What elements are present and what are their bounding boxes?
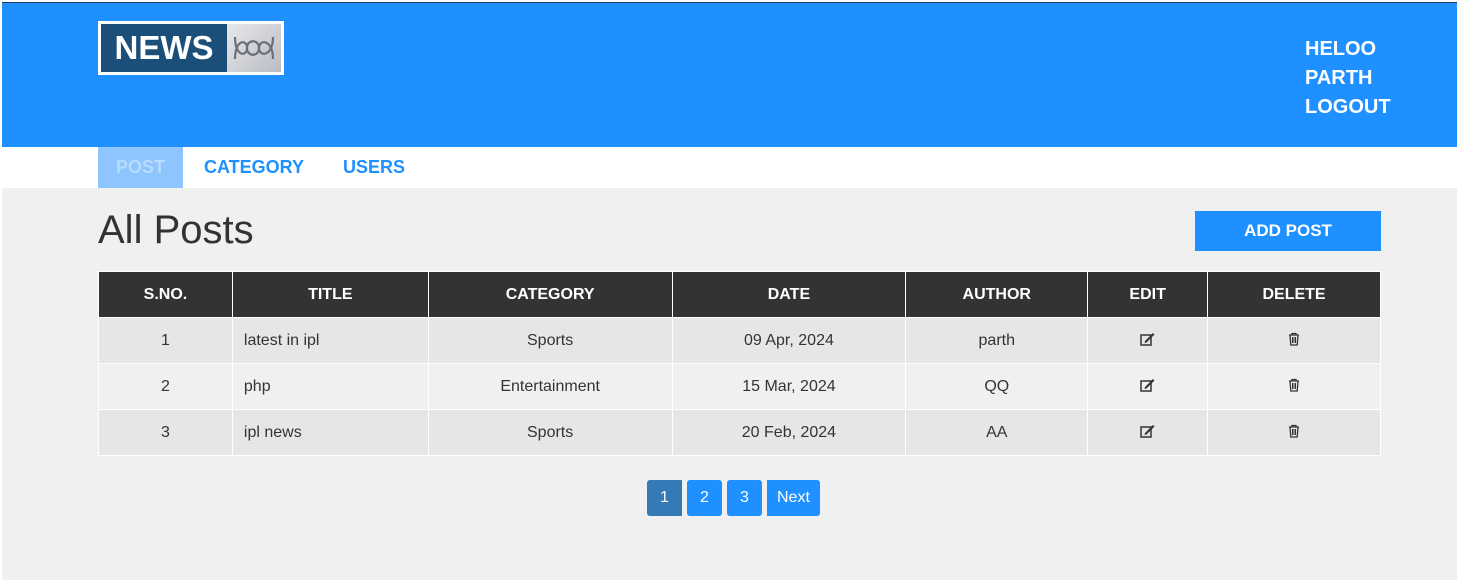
cell-title: ipl news xyxy=(231,409,429,456)
cell-sno: 3 xyxy=(98,409,233,456)
greeting-text: HELOO xyxy=(1305,38,1377,60)
table-row: 1 latest in ipl Sports 09 Apr, 2024 part… xyxy=(98,317,1381,364)
trash-icon[interactable] xyxy=(1285,376,1303,394)
cell-sno: 1 xyxy=(98,317,233,364)
user-menu: HELOO PARTH LOGOUT xyxy=(1305,35,1391,122)
nav-item-users[interactable]: USERS xyxy=(325,147,423,188)
pagination: 1 2 3 Next xyxy=(647,480,820,516)
admin-nav: POST CATEGORY USERS xyxy=(2,147,1457,188)
logo[interactable]: NEWS xyxy=(98,21,284,75)
next-page-link[interactable]: Next xyxy=(767,480,820,516)
posts-table: S.NO. TITLE CATEGORY DATE AUTHOR EDIT DE… xyxy=(98,271,1381,456)
table-row: 2 php Entertainment 15 Mar, 2024 QQ xyxy=(98,363,1381,410)
page-link-3[interactable]: 3 xyxy=(727,480,762,516)
cell-edit xyxy=(1087,363,1209,410)
logout-link[interactable]: LOGOUT xyxy=(1305,93,1391,122)
edit-icon[interactable] xyxy=(1139,330,1157,348)
cell-category: Sports xyxy=(427,409,673,456)
page-link-1[interactable]: 1 xyxy=(647,480,682,516)
cell-title: latest in ipl xyxy=(231,317,429,364)
nav-item-post[interactable]: POST xyxy=(98,147,184,188)
cell-delete xyxy=(1207,317,1381,364)
column-header-date: DATE xyxy=(671,271,907,318)
column-header-sno: S.NO. xyxy=(98,271,233,318)
cell-edit xyxy=(1087,409,1209,456)
table-row: 3 ipl news Sports 20 Feb, 2024 AA xyxy=(98,409,1381,456)
page-link-2[interactable]: 2 xyxy=(687,480,722,516)
column-header-author: AUTHOR xyxy=(905,271,1089,318)
cell-delete xyxy=(1207,363,1381,410)
cell-date: 09 Apr, 2024 xyxy=(671,317,907,364)
cell-sno: 2 xyxy=(98,363,233,410)
cell-category: Sports xyxy=(427,317,673,364)
cell-category: Entertainment xyxy=(427,363,673,410)
cell-date: 15 Mar, 2024 xyxy=(671,363,907,410)
page-frame: NEWS HELOO PARTH LOGOUT POST CATEGORY US… xyxy=(2,2,1457,580)
logo-text: NEWS xyxy=(101,24,227,72)
cell-author: QQ xyxy=(905,363,1089,410)
cell-edit xyxy=(1087,317,1209,364)
trash-icon[interactable] xyxy=(1285,422,1303,440)
cell-delete xyxy=(1207,409,1381,456)
add-post-button[interactable]: ADD POST xyxy=(1195,211,1381,251)
column-header-title: TITLE xyxy=(231,271,429,318)
cell-author: parth xyxy=(905,317,1089,364)
table-header-row: S.NO. TITLE CATEGORY DATE AUTHOR EDIT DE… xyxy=(98,271,1381,318)
trash-icon[interactable] xyxy=(1285,330,1303,348)
cell-date: 20 Feb, 2024 xyxy=(671,409,907,456)
column-header-category: CATEGORY xyxy=(427,271,673,318)
nav-item-category[interactable]: CATEGORY xyxy=(186,147,322,188)
username-text: PARTH xyxy=(1305,67,1373,89)
cell-title: php xyxy=(231,363,429,410)
column-header-delete: DELETE xyxy=(1207,271,1381,318)
edit-icon[interactable] xyxy=(1139,422,1157,440)
edit-icon[interactable] xyxy=(1139,376,1157,394)
cell-author: AA xyxy=(905,409,1089,456)
header: NEWS HELOO PARTH LOGOUT xyxy=(2,3,1457,147)
abc-ribbon-icon xyxy=(227,24,281,72)
page-title: All Posts xyxy=(98,208,254,252)
column-header-edit: EDIT xyxy=(1087,271,1209,318)
